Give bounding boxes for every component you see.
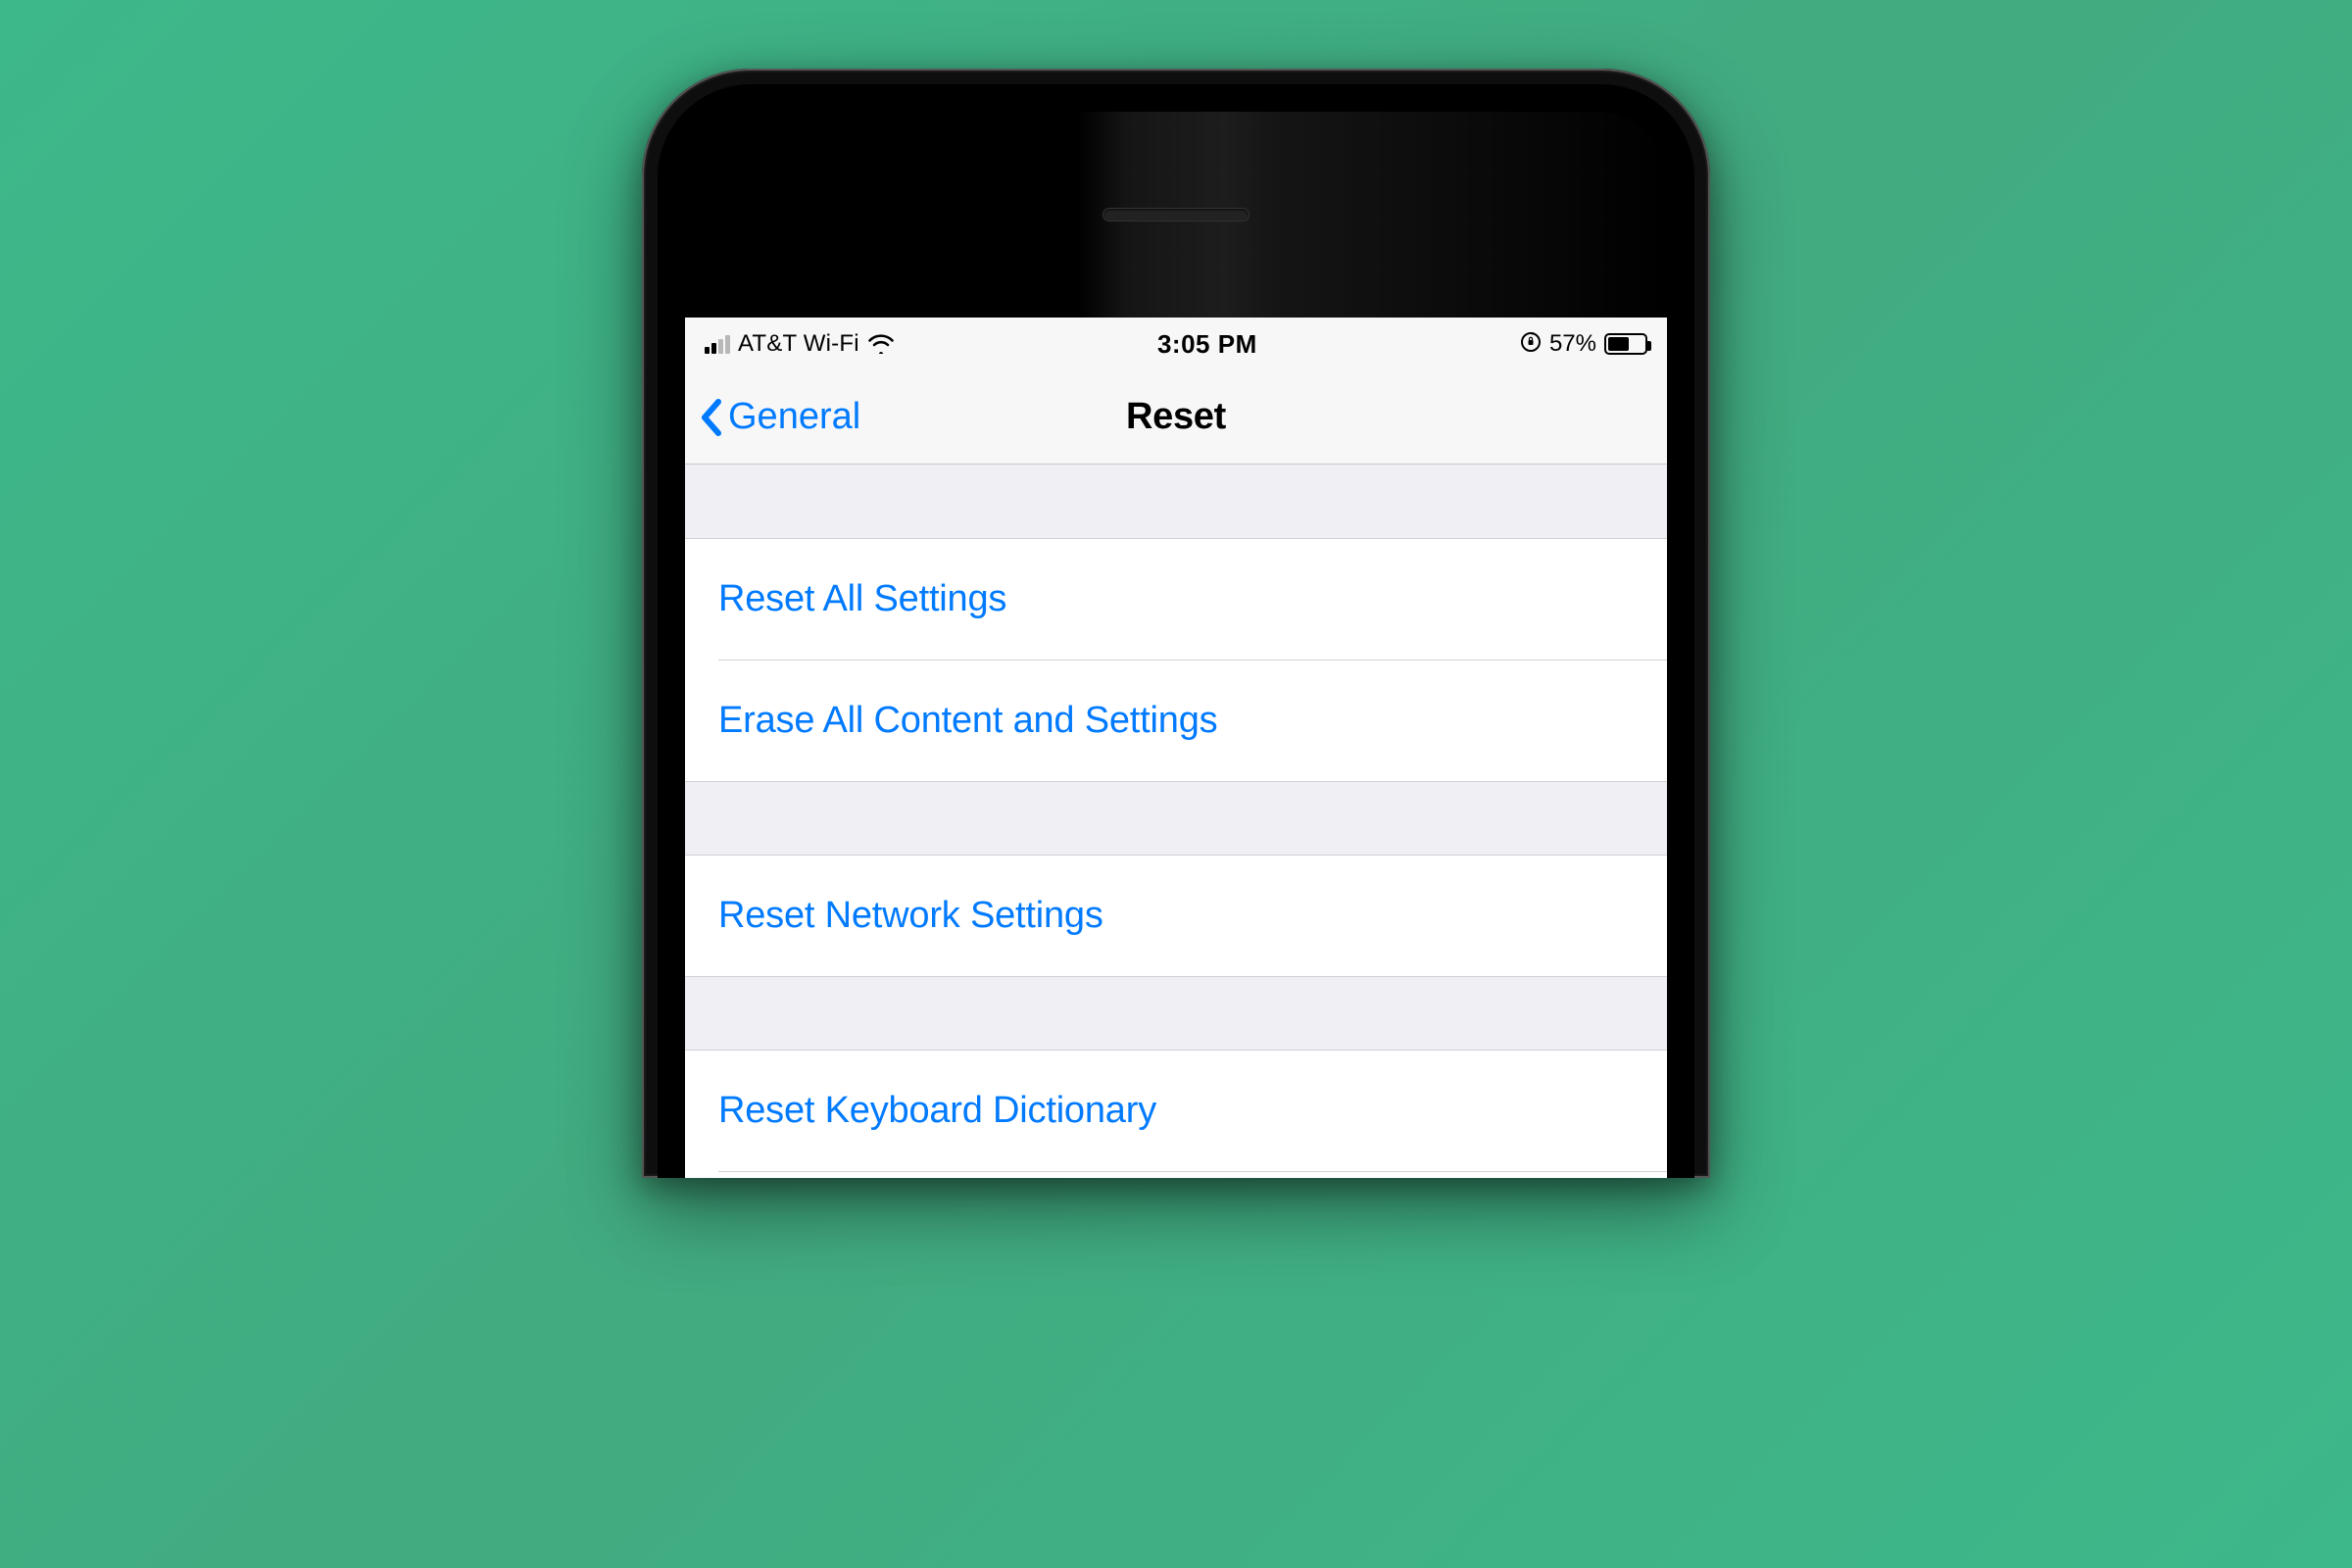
status-bar-time: 3:05 PM <box>1157 329 1257 360</box>
battery-icon <box>1604 333 1647 355</box>
reset-network-settings-row[interactable]: Reset Network Settings <box>685 856 1667 976</box>
cell-label: Reset All Settings <box>718 578 1006 619</box>
reset-keyboard-dictionary-row[interactable]: Reset Keyboard Dictionary <box>685 1051 1667 1171</box>
settings-content: Reset All Settings Erase All Content and… <box>685 465 1667 1178</box>
status-bar-left: AT&T Wi-Fi <box>705 330 895 358</box>
back-button[interactable]: General <box>699 396 860 438</box>
carrier-label: AT&T Wi-Fi <box>738 330 859 358</box>
chevron-left-icon <box>699 398 724 437</box>
cell-label: Reset Network Settings <box>718 895 1103 936</box>
cell-label: Reset Keyboard Dictionary <box>718 1090 1156 1131</box>
phone-screen: AT&T Wi-Fi 3:05 PM <box>685 318 1667 1178</box>
section-spacer <box>685 781 1667 856</box>
wifi-icon <box>867 334 895 354</box>
orientation-lock-icon <box>1520 331 1542 357</box>
page-title: Reset <box>1126 396 1226 438</box>
screen-cutoff <box>685 1172 1667 1178</box>
status-bar: AT&T Wi-Fi 3:05 PM <box>685 318 1667 370</box>
back-button-label: General <box>728 396 860 438</box>
section-spacer <box>685 465 1667 539</box>
navigation-bar: General Reset <box>685 370 1667 465</box>
phone-device-frame: AT&T Wi-Fi 3:05 PM <box>642 69 1710 1178</box>
phone-top-bezel <box>685 112 1667 318</box>
phone-speaker <box>1102 208 1250 221</box>
cell-label: Erase All Content and Settings <box>718 700 1217 741</box>
battery-percent-label: 57% <box>1549 330 1596 358</box>
reset-all-settings-row[interactable]: Reset All Settings <box>685 539 1667 660</box>
erase-all-content-row[interactable]: Erase All Content and Settings <box>685 661 1667 781</box>
phone-bezel: AT&T Wi-Fi 3:05 PM <box>658 84 1694 1178</box>
section-spacer <box>685 976 1667 1051</box>
status-bar-right: 57% <box>1520 330 1647 358</box>
cellular-signal-icon <box>705 334 730 354</box>
